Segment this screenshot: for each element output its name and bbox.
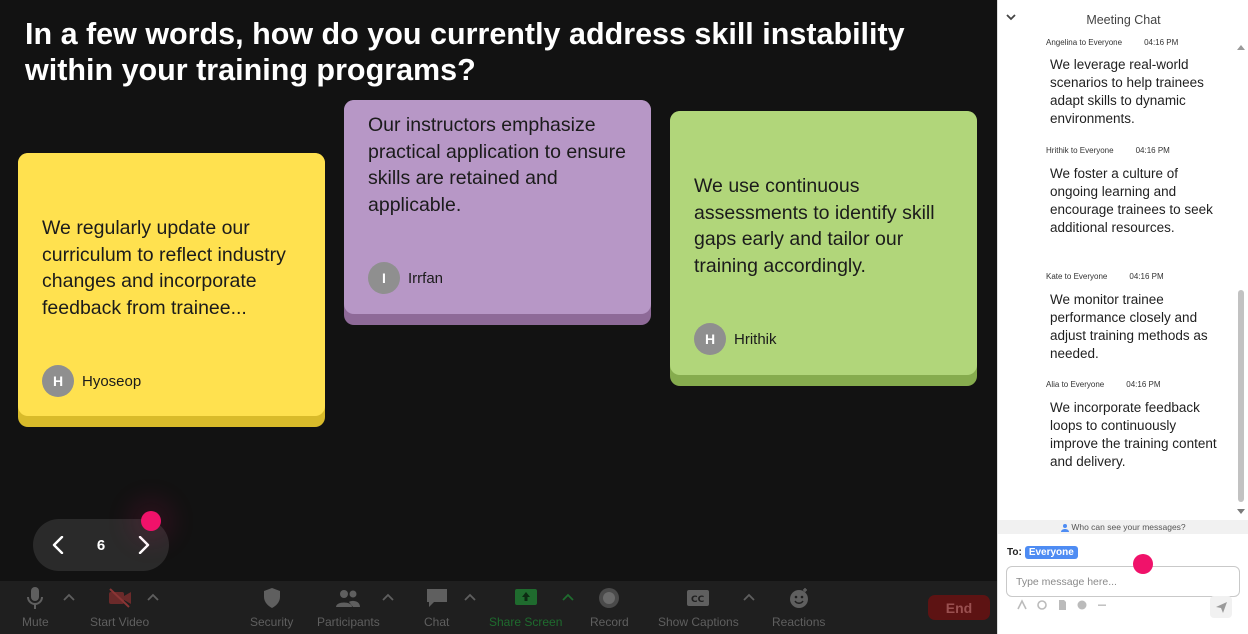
video-off-icon [108, 588, 131, 608]
cursor-indicator [141, 511, 161, 531]
chevron-up-icon[interactable] [743, 593, 755, 601]
next-slide-button[interactable] [133, 534, 155, 556]
chat-bubble-icon [426, 589, 447, 607]
previous-slide-button[interactable] [47, 534, 69, 556]
card-text: We regularly update our curriculum to re… [42, 217, 286, 319]
person-icon [1061, 523, 1070, 532]
chat-message-list: Angelina to Everyone 04:16 PM We leverage… [998, 38, 1234, 520]
participants-icon [336, 590, 361, 607]
message-sender: Angelina to Everyone [1046, 38, 1123, 47]
mute-label: Mute [22, 615, 49, 629]
card-text: Our instructors emphasize practical appl… [368, 114, 626, 216]
message-time: 04:16 PM [1129, 272, 1164, 281]
security-button[interactable]: Security [250, 585, 293, 629]
reactions-label: Reactions [772, 615, 826, 629]
avatar: H [694, 323, 726, 355]
response-card[interactable]: We use continuous assessments to identif… [670, 111, 977, 386]
share-screen-button[interactable]: Share Screen [489, 585, 562, 629]
message-text: We leverage real-world scenarios to help… [1050, 57, 1204, 126]
message-sender: Kate to Everyone [1046, 272, 1108, 281]
author-name: Hyoseop [82, 372, 142, 390]
who-can-see-text: Who can see your messages? [1071, 522, 1186, 532]
to-label: To: [1007, 547, 1022, 558]
emoji-icon[interactable] [1076, 599, 1088, 611]
message-text: We monitor trainee performance closely a… [1050, 292, 1208, 361]
meeting-chat-panel: Meeting Chat Angelina to Everyone 04:16 P… [997, 0, 1248, 634]
avatar: H [42, 365, 74, 397]
chat-scrollbar[interactable] [1236, 38, 1248, 520]
meeting-toolbar: Mute Start Video Security Participants C… [0, 581, 997, 634]
message-time: 04:16 PM [1126, 380, 1161, 389]
start-video-label: Start Video [90, 615, 150, 629]
page-number: 6 [96, 536, 106, 554]
end-meeting-button[interactable]: End [928, 595, 990, 620]
scroll-up-icon[interactable] [1236, 44, 1246, 51]
card-author: I Irrfan [368, 262, 443, 294]
chat-header: Meeting Chat [998, 0, 1248, 38]
scroll-down-icon[interactable] [1236, 508, 1246, 515]
start-video-button[interactable]: Start Video [90, 585, 149, 629]
who-can-see-link[interactable]: Who can see your messages? [998, 520, 1248, 534]
presentation-stage: In a few words, how do you currently add… [0, 0, 997, 634]
message-sender: Alia to Everyone [1046, 380, 1105, 389]
scroll-thumb[interactable] [1238, 290, 1244, 502]
card-author: H Hyoseop [42, 365, 141, 397]
author-name: Irrfan [408, 269, 444, 287]
format-icon[interactable] [1016, 599, 1028, 611]
chevron-up-icon[interactable] [63, 593, 75, 601]
send-icon [1215, 601, 1227, 613]
recipient-selector[interactable]: Everyone [1024, 546, 1078, 559]
screenshot-icon[interactable] [1036, 599, 1048, 611]
more-icon[interactable] [1096, 599, 1108, 611]
recipient-row: To: Everyone [1007, 546, 1078, 559]
shield-icon [263, 588, 280, 608]
chevron-up-icon[interactable] [147, 593, 159, 601]
record-icon [599, 588, 620, 608]
mute-button[interactable]: Mute [22, 585, 49, 629]
author-name: Hrithik [734, 330, 777, 348]
message-meta: Alia to Everyone 04:16 PM [1046, 380, 1161, 389]
svg-text:CC: CC [691, 595, 705, 605]
record-label: Record [590, 615, 629, 629]
captions-icon: CC [687, 590, 710, 606]
cursor-indicator [1133, 554, 1153, 574]
share-screen-icon [514, 589, 537, 605]
chevron-right-icon [138, 536, 150, 554]
security-label: Security [250, 615, 294, 629]
message-meta: Hrithik to Everyone 04:16 PM [1046, 146, 1170, 155]
chevron-up-icon[interactable] [464, 593, 476, 601]
participants-button[interactable]: Participants [317, 585, 380, 629]
chevron-up-icon[interactable] [382, 593, 394, 601]
input-toolbar [1016, 599, 1108, 611]
message-meta: Kate to Everyone 04:16 PM [1046, 272, 1164, 281]
avatar: I [368, 262, 400, 294]
participants-label: Participants [317, 615, 380, 629]
response-card[interactable]: Our instructors emphasize practical appl… [344, 100, 651, 325]
reactions-button[interactable]: Reactions [772, 585, 825, 629]
chat-title: Meeting Chat [1086, 13, 1161, 27]
message-input[interactable]: Type message here... [1006, 566, 1240, 597]
message-time: 04:16 PM [1135, 146, 1170, 155]
file-icon[interactable] [1056, 599, 1068, 611]
response-card[interactable]: We regularly update our curriculum to re… [18, 153, 325, 427]
card-author: H Hrithik [694, 323, 777, 355]
smiley-icon [789, 588, 808, 608]
show-captions-label: Show Captions [658, 615, 739, 629]
send-button[interactable] [1210, 596, 1232, 618]
question-title: In a few words, how do you currently add… [25, 17, 905, 87]
card-text: We use continuous assessments to identif… [694, 175, 935, 277]
chevron-up-icon[interactable] [562, 593, 574, 601]
message-text: We foster a culture of ongoing learning … [1050, 166, 1213, 235]
chat-label: Chat [424, 615, 450, 629]
share-screen-label: Share Screen [489, 615, 563, 629]
microphone-icon [27, 587, 44, 609]
show-captions-button[interactable]: CC Show Captions [658, 585, 739, 629]
chevron-left-icon [52, 536, 64, 554]
message-text: We incorporate feedback loops to continu… [1050, 400, 1217, 469]
chat-button[interactable]: Chat [424, 585, 449, 629]
record-button[interactable]: Record [590, 585, 629, 629]
message-time: 04:16 PM [1144, 38, 1179, 47]
message-meta: Angelina to Everyone 04:16 PM [1046, 38, 1178, 47]
message-sender: Hrithik to Everyone [1046, 146, 1114, 155]
